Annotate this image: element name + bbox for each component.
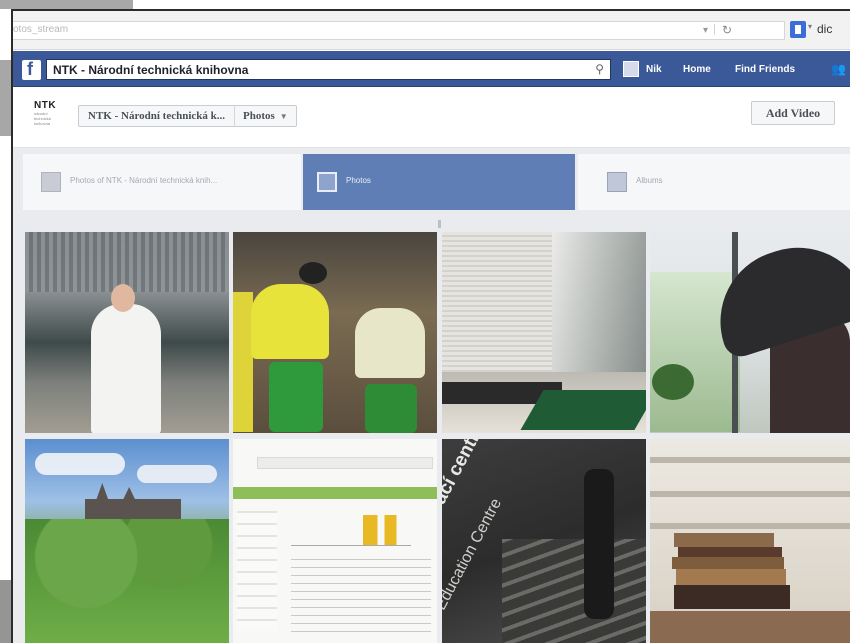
photo-detail xyxy=(355,308,425,378)
photo-detail xyxy=(584,469,614,619)
search-icon[interactable]: ⚲ xyxy=(595,62,604,76)
breadcrumb-page[interactable]: NTK - Národní technická k... xyxy=(79,106,236,126)
search-engine-icon[interactable] xyxy=(790,21,806,38)
photo-detail xyxy=(674,585,790,609)
nav-user-profile[interactable]: Nik xyxy=(646,64,662,75)
photo-detail xyxy=(233,487,437,499)
engine-dropdown-icon[interactable]: ▾ xyxy=(808,22,812,31)
logo-text: NTK xyxy=(34,100,57,111)
photo-thumbnail[interactable] xyxy=(650,439,850,643)
photo-detail xyxy=(674,533,774,547)
photo-thumbnail[interactable] xyxy=(25,232,229,433)
photo-tabs: Photos of NTK - Národní technická knih..… xyxy=(13,148,850,229)
photo-detail xyxy=(676,569,786,585)
photo-detail xyxy=(502,539,646,643)
photo-detail xyxy=(25,519,229,643)
photo-grid: zdělávací centrum Education Centre xyxy=(13,229,850,643)
photo-detail xyxy=(650,523,850,529)
photo-detail xyxy=(25,232,229,292)
tab-photos[interactable]: Photos xyxy=(303,154,575,210)
photo-detail xyxy=(291,515,411,546)
chevron-down-icon: ▼ xyxy=(279,111,288,121)
photo-detail xyxy=(299,262,327,284)
photo-detail xyxy=(233,292,253,432)
tab-label: Photos xyxy=(346,176,371,185)
browser-search-text[interactable]: dic xyxy=(817,22,832,36)
breadcrumb-section-dropdown[interactable]: Photos ▼ xyxy=(235,106,296,126)
photo-detail xyxy=(111,284,135,312)
reload-icon[interactable]: ↻ xyxy=(722,23,732,37)
nav-find-friends[interactable]: Find Friends xyxy=(735,64,795,75)
logo-subtext: národní technická knihovna xyxy=(34,111,51,126)
photo-detail xyxy=(137,465,217,483)
photo-detail xyxy=(652,364,694,400)
nav-home[interactable]: Home xyxy=(683,64,711,75)
albums-icon xyxy=(607,172,627,192)
background-panel-top xyxy=(0,0,133,9)
photo-detail xyxy=(650,457,850,463)
photo-thumbnail[interactable] xyxy=(442,232,646,433)
photo-detail xyxy=(365,384,417,433)
url-field[interactable]: otos_stream ▾ | ↻ xyxy=(13,21,785,40)
photo-thumbnail[interactable] xyxy=(650,232,850,433)
tab-albums[interactable]: Albums xyxy=(578,154,850,210)
photos-icon xyxy=(317,172,337,192)
breadcrumb-section-label: Photos xyxy=(243,110,275,122)
photo-detail xyxy=(650,611,850,643)
url-text: otos_stream xyxy=(13,24,69,35)
tab-photos-of[interactable]: Photos of NTK - Národní technická knih..… xyxy=(23,154,301,210)
photo-detail xyxy=(678,547,782,557)
photo-thumbnail[interactable] xyxy=(233,232,437,433)
tab-label: Albums xyxy=(636,176,663,185)
breadcrumb: NTK - Národní technická k... Photos ▼ xyxy=(78,105,297,127)
photo-detail xyxy=(91,304,161,433)
ntk-logo[interactable]: NTK národní technická knihovna xyxy=(34,100,62,127)
add-video-button[interactable]: Add Video xyxy=(751,101,835,125)
url-separator: | xyxy=(713,23,716,35)
photo-detail xyxy=(291,559,431,639)
friend-requests-icon[interactable]: 👥 xyxy=(831,62,846,76)
page-header: NTK národní technická knihovna NTK - Nár… xyxy=(13,87,850,148)
browser-window: otos_stream ▾ | ↻ ▾ dic f NTK - Národní … xyxy=(11,9,850,643)
url-dropdown-icon[interactable]: ▾ xyxy=(703,25,708,36)
photo-detail xyxy=(650,491,850,497)
tab-label: Photos of NTK - Národní technická knih..… xyxy=(70,176,218,185)
photo-detail xyxy=(85,483,181,523)
facebook-logo-icon[interactable]: f xyxy=(22,59,41,80)
avatar[interactable] xyxy=(623,61,639,77)
photos-of-icon xyxy=(41,172,61,192)
tab-indicator xyxy=(438,220,441,228)
facebook-search-input[interactable]: NTK - Národní technická knihovna ⚲ xyxy=(46,59,611,80)
search-value: NTK - Národní technická knihovna xyxy=(53,63,249,77)
photo-thumbnail[interactable] xyxy=(233,439,437,643)
photo-detail xyxy=(35,453,125,475)
facebook-top-bar: f NTK - Národní technická knihovna ⚲ Nik… xyxy=(13,51,850,87)
photo-detail xyxy=(269,362,323,432)
photo-detail xyxy=(520,390,646,430)
photo-detail xyxy=(257,457,433,469)
browser-toolbar: otos_stream ▾ | ↻ ▾ dic xyxy=(13,11,850,50)
photo-detail xyxy=(251,284,329,359)
photo-thumbnail[interactable]: zdělávací centrum Education Centre xyxy=(442,439,646,643)
photo-detail xyxy=(672,557,784,569)
photo-detail xyxy=(237,511,277,631)
photo-thumbnail[interactable] xyxy=(25,439,229,643)
